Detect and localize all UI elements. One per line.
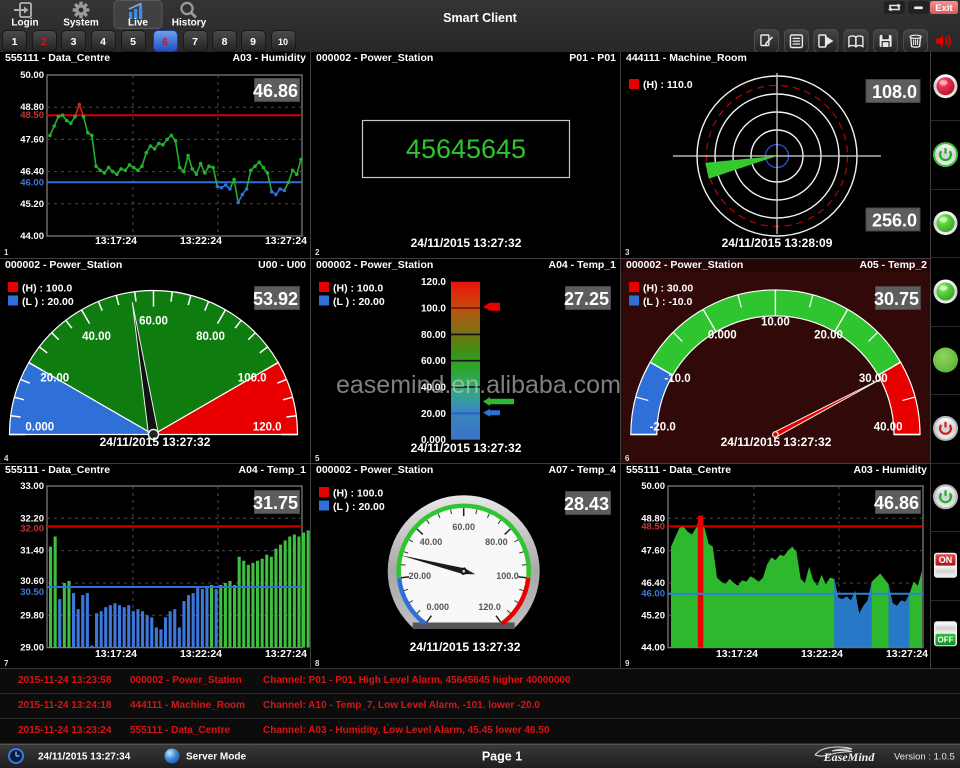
svg-text:13:27:24: 13:27:24 (265, 648, 307, 660)
svg-text:32.00: 32.00 (20, 523, 44, 534)
svg-text:46.00: 46.00 (641, 589, 665, 600)
svg-text:24/11/2015 13:27:32: 24/11/2015 13:27:32 (411, 236, 522, 250)
svg-text:48.50: 48.50 (641, 521, 665, 532)
svg-text:4: 4 (4, 454, 9, 463)
svg-text:20.00: 20.00 (814, 330, 843, 342)
svg-text:100.0: 100.0 (421, 304, 446, 315)
svg-text:33.00: 33.00 (20, 481, 44, 492)
svg-text:50.00: 50.00 (641, 481, 665, 492)
svg-text:80.00: 80.00 (485, 537, 508, 547)
svg-text:80.00: 80.00 (421, 330, 446, 341)
svg-text:47.60: 47.60 (641, 546, 665, 557)
svg-text:(H) : 110.0: (H) : 110.0 (643, 79, 693, 91)
svg-text:50.00: 50.00 (20, 70, 44, 81)
svg-text:46.00: 46.00 (20, 177, 44, 188)
svg-text:(L ) : -10.0: (L ) : -10.0 (643, 296, 693, 308)
svg-text:0.000: 0.000 (25, 422, 54, 434)
svg-text:31.75: 31.75 (253, 493, 298, 513)
svg-text:31.40: 31.40 (20, 546, 44, 557)
svg-text:80.00: 80.00 (196, 331, 225, 343)
svg-text:28.43: 28.43 (564, 494, 609, 514)
svg-text:Version : 1.0.5: Version : 1.0.5 (894, 752, 955, 763)
svg-text:60.00: 60.00 (139, 316, 168, 328)
svg-text:120.0: 120.0 (253, 422, 282, 434)
svg-text:30.60: 30.60 (20, 576, 44, 587)
svg-text:20.00: 20.00 (421, 409, 446, 420)
svg-text:40.00: 40.00 (420, 537, 443, 547)
svg-text:100.0: 100.0 (496, 571, 519, 581)
svg-text:13:17:24: 13:17:24 (716, 648, 758, 660)
svg-text:Server Mode: Server Mode (186, 752, 246, 763)
svg-text:46.40: 46.40 (20, 167, 44, 178)
svg-text:48.50: 48.50 (20, 110, 44, 121)
svg-text:120.0: 120.0 (421, 277, 446, 288)
svg-text:(H) : 100.0: (H) : 100.0 (333, 488, 383, 500)
svg-text:60.00: 60.00 (452, 522, 475, 532)
svg-text:45.20: 45.20 (641, 610, 665, 621)
svg-text:29.80: 29.80 (20, 610, 44, 621)
svg-text:46.86: 46.86 (874, 493, 919, 513)
svg-text:13:27:24: 13:27:24 (265, 235, 307, 247)
svg-text:8: 8 (315, 659, 320, 668)
svg-text:(H) : 100.0: (H) : 100.0 (333, 283, 383, 295)
svg-text:(L ) : 20.00: (L ) : 20.00 (333, 296, 385, 308)
svg-text:(L ) : 20.00: (L ) : 20.00 (22, 296, 74, 308)
svg-text:30.75: 30.75 (874, 289, 919, 309)
svg-text:-20.0: -20.0 (650, 422, 676, 434)
svg-text:9: 9 (625, 659, 630, 668)
svg-text:45.20: 45.20 (20, 199, 44, 210)
svg-text:100.0: 100.0 (238, 373, 267, 385)
svg-text:5: 5 (315, 454, 320, 463)
svg-text:13:17:24: 13:17:24 (95, 235, 137, 247)
svg-text:13:22:24: 13:22:24 (180, 235, 222, 247)
svg-text:120.0: 120.0 (478, 602, 501, 612)
svg-text:53.92: 53.92 (253, 289, 298, 309)
svg-text:-10.0: -10.0 (664, 373, 690, 385)
svg-text:47.60: 47.60 (20, 134, 44, 145)
svg-text:44.00: 44.00 (641, 643, 665, 654)
svg-text:27.25: 27.25 (564, 289, 609, 309)
svg-text:(L ) : 20.00: (L ) : 20.00 (333, 501, 385, 513)
svg-text:24/11/2015 13:28:09: 24/11/2015 13:28:09 (722, 236, 833, 250)
svg-text:30.50: 30.50 (20, 587, 44, 598)
svg-text:20.00: 20.00 (40, 373, 69, 385)
svg-text:EaseMind: EaseMind (823, 750, 876, 764)
svg-text:6: 6 (625, 454, 630, 463)
svg-text:0.000: 0.000 (427, 602, 450, 612)
svg-text:OFF: OFF (938, 636, 954, 645)
svg-text:Exit: Exit (935, 3, 953, 14)
svg-text:13:22:24: 13:22:24 (180, 648, 222, 660)
svg-text:2: 2 (315, 248, 320, 257)
svg-text:24/11/2015 13:27:32: 24/11/2015 13:27:32 (410, 640, 521, 654)
svg-text:60.00: 60.00 (421, 356, 446, 367)
svg-text:(H) : 30.00: (H) : 30.00 (643, 283, 693, 295)
svg-text:46.40: 46.40 (641, 578, 665, 589)
svg-text:24/11/2015 13:27:34: 24/11/2015 13:27:34 (38, 752, 131, 763)
svg-text:1: 1 (4, 248, 9, 257)
svg-text:44.00: 44.00 (20, 231, 44, 242)
svg-text:40.00: 40.00 (874, 422, 903, 434)
svg-text:24/11/2015 13:27:32: 24/11/2015 13:27:32 (100, 435, 211, 449)
svg-text:0.000: 0.000 (708, 330, 737, 342)
svg-text:46.86: 46.86 (253, 81, 298, 101)
svg-text:256.0: 256.0 (872, 211, 917, 231)
svg-text:7: 7 (4, 659, 9, 668)
svg-text:3: 3 (625, 248, 630, 257)
svg-text:13:27:24: 13:27:24 (886, 648, 928, 660)
svg-text:13:17:24: 13:17:24 (95, 648, 137, 660)
svg-text:Page 1: Page 1 (482, 750, 522, 764)
svg-text:40.00: 40.00 (82, 331, 111, 343)
svg-text:ON: ON (939, 555, 953, 565)
svg-text:24/11/2015 13:27:32: 24/11/2015 13:27:32 (721, 435, 832, 449)
svg-text:24/11/2015 13:27:32: 24/11/2015 13:27:32 (411, 441, 522, 455)
svg-text:29.00: 29.00 (20, 643, 44, 654)
svg-text:(H) : 100.0: (H) : 100.0 (22, 283, 72, 295)
svg-text:13:22:24: 13:22:24 (801, 648, 843, 660)
svg-text:108.0: 108.0 (872, 82, 917, 102)
svg-text:45645645: 45645645 (406, 134, 526, 164)
svg-text:20.00: 20.00 (409, 571, 432, 581)
svg-text:10.00: 10.00 (761, 317, 790, 329)
